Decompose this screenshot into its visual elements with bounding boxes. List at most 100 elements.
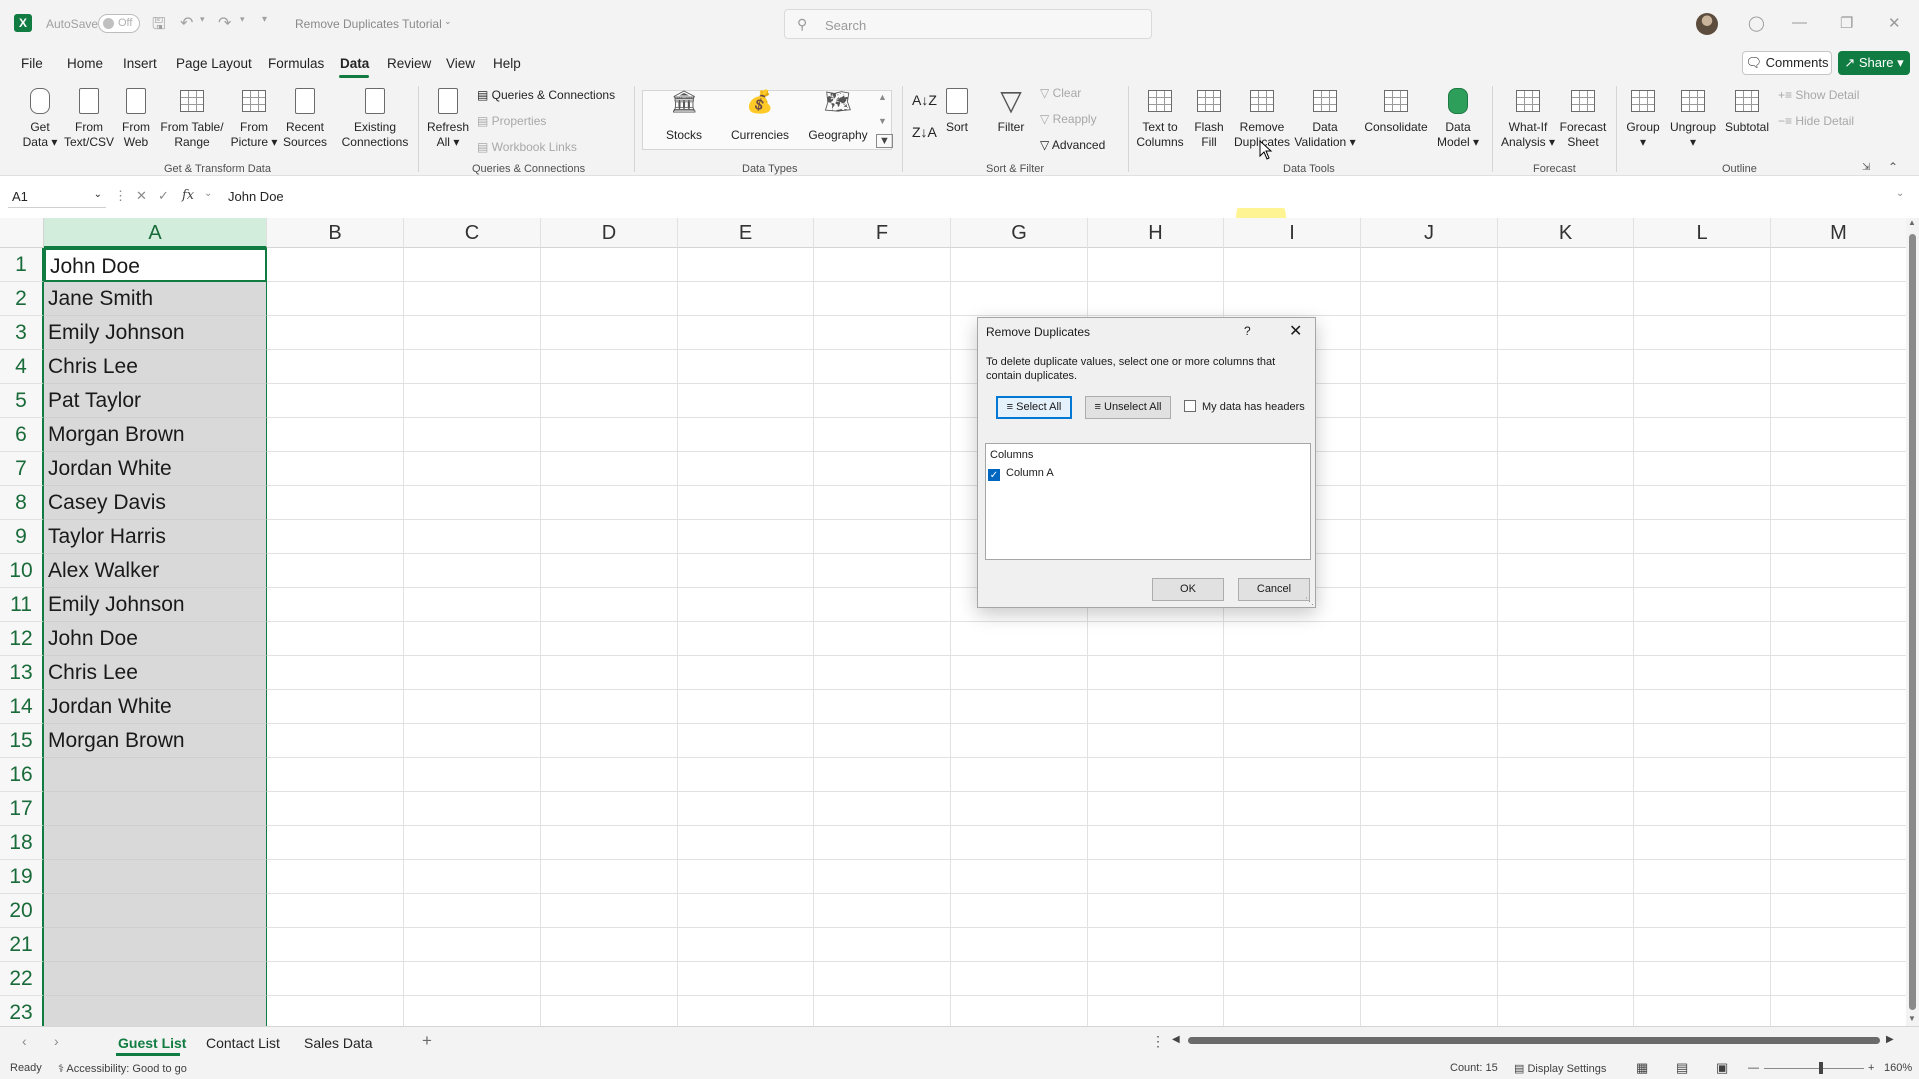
row-header-4[interactable]: 4: [0, 350, 44, 384]
cancel-button[interactable]: Cancel: [1238, 578, 1310, 601]
row-header-21[interactable]: 21: [0, 928, 44, 962]
previous-sheet-icon[interactable]: ‹: [22, 1033, 27, 1049]
row-header-1[interactable]: 1: [0, 248, 44, 282]
row-header-19[interactable]: 19: [0, 860, 44, 894]
sheet-tab-guest-list[interactable]: Guest List: [118, 1035, 186, 1051]
column-header-h[interactable]: H: [1088, 218, 1224, 248]
expand-formula-bar-icon[interactable]: ⌄: [1896, 188, 1904, 199]
select-all-corner[interactable]: [0, 218, 44, 248]
minimize-icon[interactable]: —: [1792, 14, 1807, 31]
save-icon[interactable]: 🖫: [152, 13, 166, 40]
help-icon[interactable]: ?: [1244, 324, 1251, 338]
cell-a7[interactable]: Jordan White: [44, 452, 267, 486]
stocks-button[interactable]: 🏛 Stocks: [660, 91, 708, 143]
subtotal-button[interactable]: Subtotal: [1722, 86, 1772, 135]
hide-detail-button[interactable]: −≡ Hide Detail: [1778, 114, 1854, 128]
ungroup-button[interactable]: Ungroup ▾: [1668, 86, 1718, 150]
column-header-j[interactable]: J: [1361, 218, 1498, 248]
row-header-3[interactable]: 3: [0, 316, 44, 350]
gallery-scroll-down-icon[interactable]: ▼: [878, 116, 887, 126]
cell-a16[interactable]: [44, 758, 267, 792]
lightbulb-icon[interactable]: ◯: [1748, 14, 1765, 32]
search-box[interactable]: ⚲ Search: [784, 9, 1152, 39]
row-header-11[interactable]: 11: [0, 588, 44, 622]
name-box[interactable]: A1 ⌄: [8, 186, 106, 208]
row-header-5[interactable]: 5: [0, 384, 44, 418]
page-layout-view-icon[interactable]: ▤: [1676, 1060, 1688, 1076]
show-detail-button[interactable]: +≡ Show Detail: [1778, 88, 1859, 102]
restore-icon[interactable]: ❐: [1840, 14, 1853, 32]
cell-a5[interactable]: Pat Taylor: [44, 384, 267, 418]
cell-a17[interactable]: [44, 792, 267, 826]
customize-toolbar-icon[interactable]: ▾: [262, 14, 267, 25]
column-header-b[interactable]: B: [267, 218, 404, 248]
more-options-icon[interactable]: ⋮: [1151, 1033, 1165, 1050]
undo-icon[interactable]: ↶: [180, 13, 193, 33]
column-header-k[interactable]: K: [1498, 218, 1634, 248]
queries-connections-button[interactable]: ▤ Queries & Connections: [477, 88, 615, 102]
vertical-scroll-thumb[interactable]: [1909, 234, 1916, 1010]
row-header-15[interactable]: 15: [0, 724, 44, 758]
sheet-tab-sales-data[interactable]: Sales Data: [304, 1035, 372, 1051]
cancel-entry-icon[interactable]: ✕: [136, 188, 147, 204]
sheet-tab-contact-list[interactable]: Contact List: [206, 1035, 280, 1051]
display-settings-button[interactable]: ▤ Display Settings: [1514, 1062, 1606, 1075]
cell-a10[interactable]: Alex Walker: [44, 554, 267, 588]
sort-a-to-z-icon[interactable]: A↓Z: [912, 92, 937, 108]
zoom-in-icon[interactable]: +: [1868, 1062, 1874, 1074]
column-header-i[interactable]: I: [1224, 218, 1361, 248]
row-header-9[interactable]: 9: [0, 520, 44, 554]
tab-view[interactable]: View: [446, 56, 475, 71]
from-table-range-button[interactable]: From Table/Range: [158, 86, 226, 150]
comments-button[interactable]: 🗨 Comments: [1742, 51, 1832, 75]
horizontal-scroll-thumb[interactable]: [1188, 1037, 1880, 1044]
cell-a20[interactable]: [44, 894, 267, 928]
group-button[interactable]: Group ▾: [1622, 86, 1664, 150]
undo-dropdown-icon[interactable]: ▾: [200, 14, 205, 25]
cell-a6[interactable]: Morgan Brown: [44, 418, 267, 452]
row-header-20[interactable]: 20: [0, 894, 44, 928]
from-web-button[interactable]: From Web: [118, 86, 154, 150]
get-data-button[interactable]: Get Data ▾: [18, 86, 62, 150]
column-header-c[interactable]: C: [404, 218, 541, 248]
row-header-6[interactable]: 6: [0, 418, 44, 452]
row-header-16[interactable]: 16: [0, 758, 44, 792]
advanced-filter-button[interactable]: ▽ Advanced: [1040, 138, 1105, 152]
redo-icon[interactable]: ↷: [218, 13, 231, 33]
headers-checkbox[interactable]: My data has headers: [1184, 400, 1305, 413]
add-sheet-icon[interactable]: +: [422, 1031, 432, 1051]
from-picture-button[interactable]: From Picture ▾: [230, 86, 278, 150]
column-header-g[interactable]: G: [951, 218, 1088, 248]
ok-button[interactable]: OK: [1152, 578, 1224, 601]
existing-connections-button[interactable]: Existing Connections: [340, 86, 410, 150]
cell-a23[interactable]: [44, 996, 267, 1026]
column-header-d[interactable]: D: [541, 218, 678, 248]
share-button[interactable]: ↗ Share ▾: [1838, 51, 1910, 75]
tab-review[interactable]: Review: [387, 56, 431, 71]
data-model-button[interactable]: Data Model ▾: [1434, 86, 1482, 150]
outline-dialog-launcher-icon[interactable]: ⇲: [1862, 162, 1870, 173]
cell-a3[interactable]: Emily Johnson: [44, 316, 267, 350]
close-icon[interactable]: ✕: [1289, 321, 1302, 341]
consolidate-button[interactable]: Consolidate: [1362, 86, 1430, 135]
geography-button[interactable]: 🗺 Geography: [806, 91, 870, 143]
column-header-f[interactable]: F: [814, 218, 951, 248]
scroll-up-icon[interactable]: ▲: [1908, 218, 1916, 227]
unselect-all-button[interactable]: ≡ Unselect All: [1085, 396, 1171, 419]
from-text-csv-button[interactable]: From Text/CSV: [64, 86, 114, 150]
cell-a11[interactable]: Emily Johnson: [44, 588, 267, 622]
zoom-out-icon[interactable]: —: [1748, 1062, 1759, 1074]
row-header-7[interactable]: 7: [0, 452, 44, 486]
row-header-14[interactable]: 14: [0, 690, 44, 724]
zoom-slider-thumb[interactable]: [1819, 1062, 1823, 1074]
autosave-toggle[interactable]: Off: [98, 14, 140, 33]
redo-dropdown-icon[interactable]: ▾: [240, 14, 245, 25]
tab-data[interactable]: Data: [340, 56, 369, 71]
document-title[interactable]: Remove Duplicates Tutorial: [295, 17, 442, 31]
column-a-checkbox[interactable]: ✓: [988, 469, 1000, 481]
row-header-18[interactable]: 18: [0, 826, 44, 860]
tab-page-layout[interactable]: Page Layout: [176, 56, 252, 71]
column-header-a[interactable]: A: [44, 218, 267, 248]
formula-content[interactable]: John Doe: [228, 189, 284, 204]
columns-list[interactable]: Columns ✓ Column A: [985, 443, 1311, 560]
